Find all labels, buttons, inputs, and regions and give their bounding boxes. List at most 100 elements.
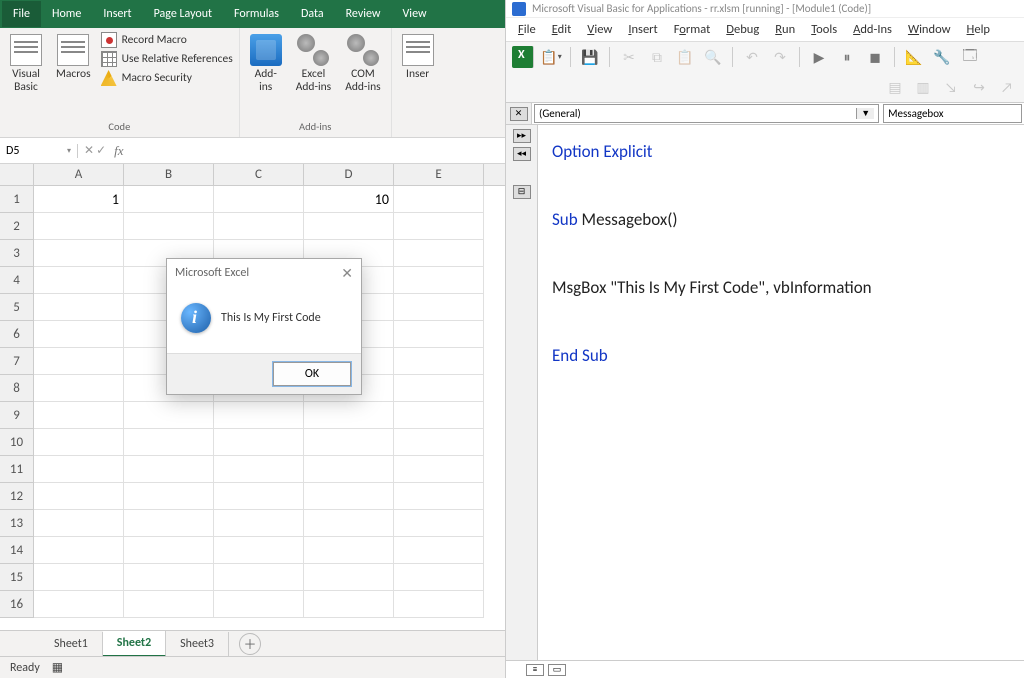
cell[interactable] [304, 429, 394, 456]
cell[interactable] [304, 537, 394, 564]
tab-home[interactable]: Home [41, 1, 92, 27]
macro-recorder-status-icon[interactable]: ▦ [52, 660, 63, 675]
col-head-e[interactable]: E [394, 164, 484, 185]
cell[interactable] [34, 429, 124, 456]
cell[interactable] [34, 456, 124, 483]
cell[interactable] [214, 456, 304, 483]
cell[interactable]: 10 [304, 186, 394, 213]
cell[interactable] [214, 537, 304, 564]
menu-file[interactable]: File [510, 19, 544, 40]
cell[interactable] [304, 510, 394, 537]
close-icon[interactable]: ✕ [341, 265, 353, 282]
menu-help[interactable]: Help [959, 19, 998, 40]
cell[interactable] [214, 564, 304, 591]
cell[interactable] [394, 267, 484, 294]
run-button[interactable]: ▶ [808, 46, 830, 68]
step-into-button[interactable]: ↘ [940, 76, 962, 98]
undo-button[interactable]: ↶ [741, 46, 763, 68]
tab-insert[interactable]: Insert [92, 1, 142, 27]
tab-data[interactable]: Data [290, 1, 335, 27]
gutter-toggle-2[interactable]: ◂◂ [513, 147, 531, 161]
row-head[interactable]: 3 [0, 240, 34, 267]
cell[interactable] [214, 186, 304, 213]
cell[interactable] [304, 213, 394, 240]
addins-button[interactable]: Add- ins [246, 32, 286, 96]
cell[interactable] [304, 402, 394, 429]
cell[interactable] [394, 294, 484, 321]
tab-view[interactable]: View [392, 1, 438, 27]
sheet-tab-sheet1[interactable]: Sheet1 [40, 632, 103, 656]
redo-button[interactable]: ↷ [769, 46, 791, 68]
cell[interactable] [124, 456, 214, 483]
cell[interactable] [34, 267, 124, 294]
menu-edit[interactable]: Edit [544, 19, 580, 40]
cell[interactable] [304, 591, 394, 618]
properties-button[interactable]: 🗔 [959, 46, 981, 68]
menu-debug[interactable]: Debug [718, 19, 767, 40]
tab-review[interactable]: Review [335, 1, 392, 27]
object-dropdown[interactable]: (General)▼ [534, 104, 879, 123]
full-module-view-tab[interactable]: ▭ [548, 664, 566, 676]
menu-view[interactable]: View [579, 19, 620, 40]
procedure-view-tab[interactable]: ≡ [526, 664, 544, 676]
row-head[interactable]: 15 [0, 564, 34, 591]
sheet-tab-sheet2[interactable]: Sheet2 [103, 631, 166, 657]
cell[interactable] [214, 402, 304, 429]
cell[interactable] [214, 213, 304, 240]
cell[interactable] [394, 564, 484, 591]
gutter-toggle-1[interactable]: ▸▸ [513, 129, 531, 143]
row-head[interactable]: 12 [0, 483, 34, 510]
cell[interactable] [394, 321, 484, 348]
view-excel-button[interactable] [512, 46, 534, 68]
design-mode-button[interactable]: 📐 [903, 46, 925, 68]
cell[interactable] [394, 537, 484, 564]
sheet-tab-sheet3[interactable]: Sheet3 [166, 632, 229, 656]
visual-basic-button[interactable]: Visual Basic [6, 32, 46, 96]
menu-format[interactable]: Format [666, 19, 719, 40]
copy-button[interactable]: ⧉ [646, 46, 668, 68]
step-out-button[interactable]: ↗ [996, 76, 1018, 98]
cell[interactable] [124, 186, 214, 213]
row-head[interactable]: 6 [0, 321, 34, 348]
tab-page-layout[interactable]: Page Layout [143, 1, 223, 27]
row-head[interactable]: 7 [0, 348, 34, 375]
cell[interactable] [124, 483, 214, 510]
cell[interactable] [214, 591, 304, 618]
cell[interactable] [34, 375, 124, 402]
cell[interactable] [214, 483, 304, 510]
cell[interactable] [394, 240, 484, 267]
find-button[interactable]: 🔍 [702, 46, 724, 68]
tab-formulas[interactable]: Formulas [223, 1, 290, 27]
cell[interactable] [304, 564, 394, 591]
menu-tools[interactable]: Tools [803, 19, 845, 40]
cell[interactable] [34, 483, 124, 510]
cell[interactable] [124, 537, 214, 564]
message-box-titlebar[interactable]: Microsoft Excel ✕ [167, 259, 361, 287]
menu-insert[interactable]: Insert [620, 19, 665, 40]
macro-security-button[interactable]: Macro Security [101, 70, 233, 86]
cell[interactable] [124, 591, 214, 618]
cell[interactable] [124, 564, 214, 591]
fx-icon[interactable]: fx [114, 143, 123, 159]
menu-run[interactable]: Run [767, 19, 803, 40]
row-head[interactable]: 11 [0, 456, 34, 483]
row-head[interactable]: 1 [0, 186, 34, 213]
cell[interactable] [124, 402, 214, 429]
toggle-bookmark-button[interactable]: ▤ [884, 76, 906, 98]
project-explorer-button[interactable]: 🔧 [931, 46, 953, 68]
cell[interactable] [34, 591, 124, 618]
row-head[interactable]: 2 [0, 213, 34, 240]
formula-bar[interactable] [130, 144, 505, 158]
cell[interactable] [394, 591, 484, 618]
cell[interactable] [34, 348, 124, 375]
add-sheet-button[interactable]: ＋ [239, 633, 261, 655]
ok-button[interactable]: OK [273, 362, 351, 386]
step-over-button[interactable]: ↪ [968, 76, 990, 98]
code-editor[interactable]: Option Explicit Sub Messagebox() MsgBox … [538, 125, 1024, 660]
row-head[interactable]: 10 [0, 429, 34, 456]
cell[interactable] [34, 213, 124, 240]
cell[interactable] [124, 429, 214, 456]
vba-titlebar[interactable]: Microsoft Visual Basic for Applications … [506, 0, 1024, 18]
menu-addins[interactable]: Add-Ins [845, 19, 900, 40]
cell[interactable]: 1 [34, 186, 124, 213]
